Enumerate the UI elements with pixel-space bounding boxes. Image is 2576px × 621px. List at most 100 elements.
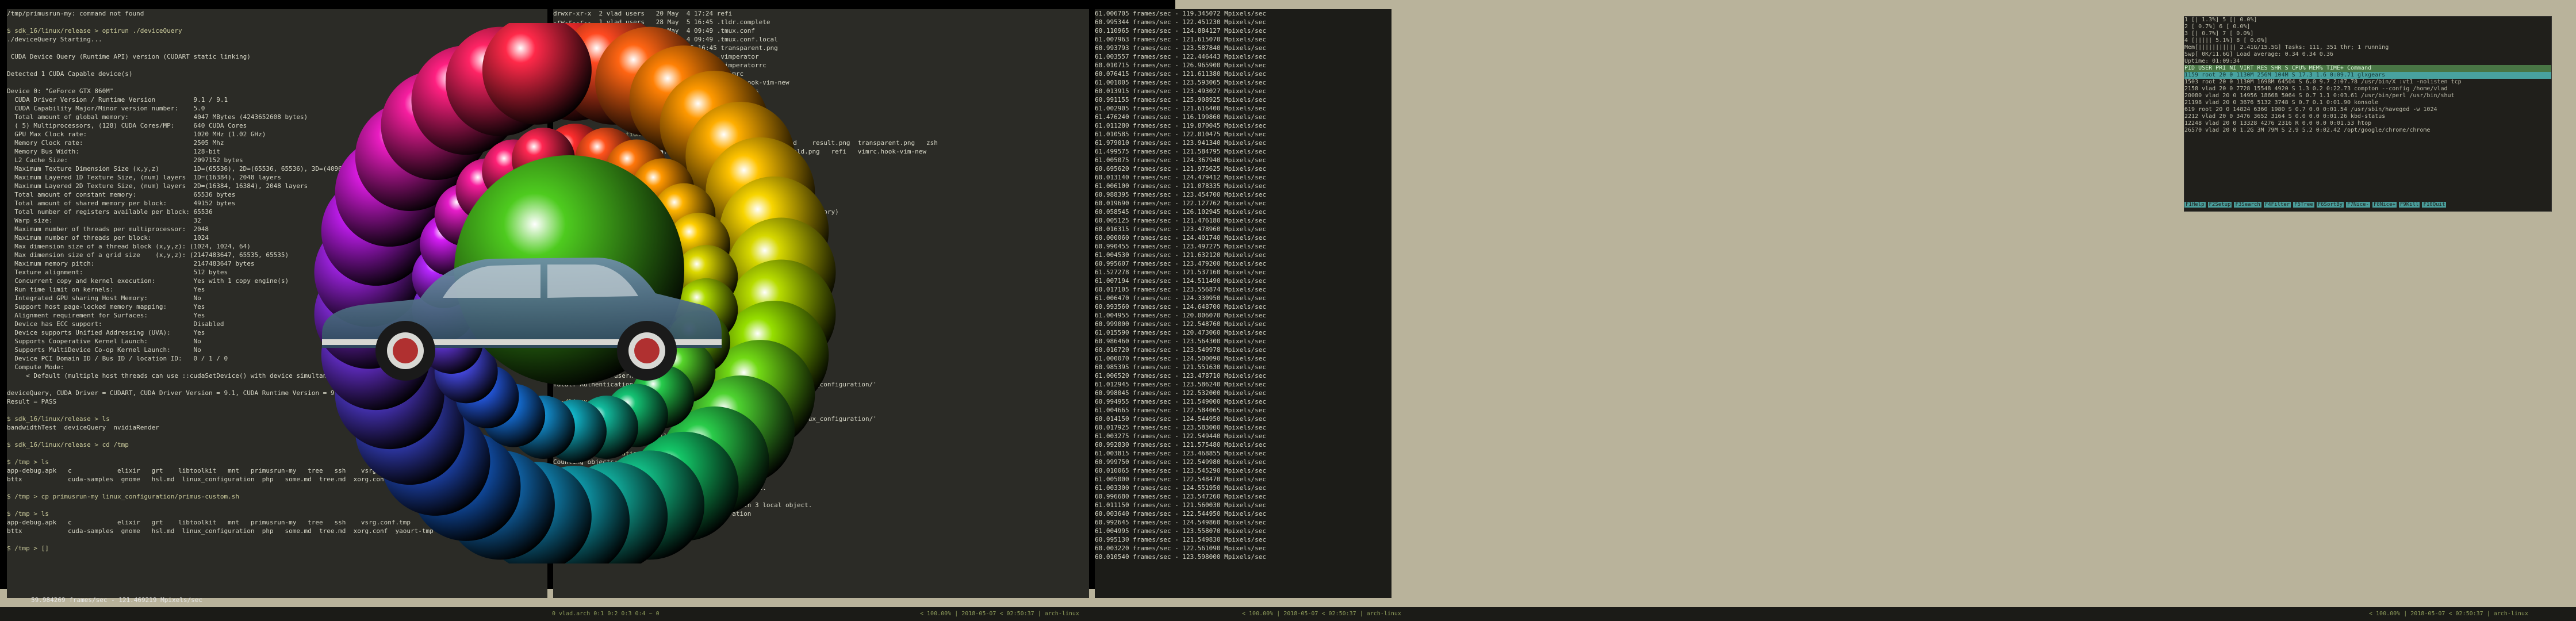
terminal-line: 60.017105 frames/sec - 123.556874 Mpixel…: [1095, 286, 1267, 293]
fps-readout: 59.984269 frames/sec - 121.469219 Mpixel…: [31, 596, 203, 604]
car-wallpaper: [322, 258, 722, 381]
htop-meter-line: Swp[ 0K/11.6G] Load average: 0.34 0.34 0…: [2184, 51, 2333, 57]
htop-fkey[interactable]: F6SortBy: [2316, 202, 2344, 208]
htop-meter-line: 1 [| 1.3%] 5 [| 0.0%]: [2184, 17, 2257, 23]
htop-fkey[interactable]: F9Kill: [2398, 202, 2420, 208]
htop-fkey[interactable]: F2Setup: [2207, 202, 2232, 208]
terminal-line: 60.005125 frames/sec - 121.476180 Mpixel…: [1095, 217, 1267, 224]
terminal-line: 60.019690 frames/sec - 122.127762 Mpixel…: [1095, 200, 1267, 207]
terminal-line: 61.005075 frames/sec - 124.367940 Mpixel…: [1095, 156, 1267, 164]
status-workspaces[interactable]: 0 vlad.arch 0:1 0:2 0:3 0:4 ~ 0: [552, 607, 660, 621]
terminal-line: 60.999750 frames/sec - 122.549980 Mpixel…: [1095, 458, 1267, 466]
htop-meter-line: 4 [||||| 5.1%] 8 [ 0.0%]: [2184, 37, 2268, 44]
terminal-line: 60.988395 frames/sec - 123.454700 Mpixel…: [1095, 191, 1267, 198]
htop-process-row[interactable]: 1503 root 20 0 1130M 1698M 64504 S 6.0 9…: [2184, 79, 2551, 86]
terminal-line: 60.994955 frames/sec - 121.549000 Mpixel…: [1095, 398, 1267, 405]
terminal-line: 60.000060 frames/sec - 124.401740 Mpixel…: [1095, 234, 1267, 241]
terminal-line: 61.007194 frames/sec - 124.511490 Mpixel…: [1095, 277, 1267, 285]
terminal-line: 60.003640 frames/sec - 122.544950 Mpixel…: [1095, 510, 1267, 518]
htop-fkey[interactable]: F1Help: [2184, 202, 2206, 208]
htop-process-row[interactable]: 2212 vlad 20 0 3476 3652 3164 S 0.0 0.0 …: [2184, 113, 2551, 120]
terminal-line: 60.003220 frames/sec - 122.561090 Mpixel…: [1095, 545, 1267, 552]
htop-meters: 1 [| 1.3%] 5 [| 0.0%] 2 [ 0.7%] 6 [ 0.0%…: [2184, 17, 2551, 65]
terminal-line: 61.005000 frames/sec - 122.548470 Mpixel…: [1095, 476, 1267, 483]
terminal-line: 61.003815 frames/sec - 123.468855 Mpixel…: [1095, 450, 1267, 457]
terminal-line: 61.004995 frames/sec - 123.558070 Mpixel…: [1095, 527, 1267, 535]
terminal-line: 61.007963 frames/sec - 121.615070 Mpixel…: [1095, 36, 1267, 43]
htop-process-row[interactable]: 20080 vlad 20 0 14956 18668 5064 S 0.7 1…: [2184, 93, 2551, 99]
htop-function-keys[interactable]: F1Help F2Setup F3Search F4Filter F5Tree F6Sor…: [2184, 202, 2448, 208]
terminal-line: 60.995607 frames/sec - 123.479200 Mpixel…: [1095, 260, 1267, 267]
htop-meter-line: 2 [ 0.7%] 6 [ 0.0%]: [2184, 24, 2251, 30]
terminal-line: 61.011280 frames/sec - 119.870045 Mpixel…: [1095, 122, 1267, 129]
terminal-line: 60.058545 frames/sec - 126.102945 Mpixel…: [1095, 208, 1267, 216]
terminal-line: 60.016720 frames/sec - 123.549978 Mpixel…: [1095, 346, 1267, 354]
htop-process-row[interactable]: 2158 vlad 20 0 7728 15548 4920 S 1.3 0.2…: [2184, 86, 2551, 93]
htop-fkey[interactable]: F4Filter: [2263, 202, 2291, 208]
terminal-line: 60.017925 frames/sec - 123.583000 Mpixel…: [1095, 424, 1267, 431]
terminal-line: 60.999000 frames/sec - 122.548760 Mpixel…: [1095, 320, 1267, 328]
terminal-line: 61.015590 frames/sec - 120.473060 Mpixel…: [1095, 329, 1267, 336]
htop-selected-row[interactable]: 1159 root 20 0 1130M 256M 104M S 17.3 1.…: [2184, 72, 2551, 79]
terminal-line: 60.010715 frames/sec - 126.965900 Mpixel…: [1095, 62, 1267, 69]
htop-process-row[interactable]: 21198 vlad 20 0 3676 5132 3748 S 0.7 0.1…: [2184, 99, 2551, 106]
status-clock-1: < 100.00% | 2018-05-07 < 02:50:37 | arch…: [920, 611, 1079, 617]
terminal-line: 61.000070 frames/sec - 124.500090 Mpixel…: [1095, 355, 1267, 362]
terminal-line: 61.004955 frames/sec - 120.006070 Mpixel…: [1095, 312, 1267, 319]
terminal-line: 60.996680 frames/sec - 123.547260 Mpixel…: [1095, 493, 1267, 500]
status-clock-2: < 100.00% | 2018-05-07 < 02:50:37 | arch…: [1242, 611, 1401, 617]
htop-fkey[interactable]: F5Tree: [2293, 202, 2314, 208]
terminal-line: 61.476240 frames/sec - 116.199860 Mpixel…: [1095, 113, 1267, 121]
terminal-line: 61.006470 frames/sec - 124.330950 Mpixel…: [1095, 294, 1267, 302]
terminal-line: 61.011150 frames/sec - 121.560030 Mpixel…: [1095, 501, 1267, 509]
terminal-line: 61.010585 frames/sec - 122.010475 Mpixel…: [1095, 131, 1267, 138]
terminal-line: 60.013140 frames/sec - 124.479412 Mpixel…: [1095, 174, 1267, 181]
status-clock-3: < 100.00% | 2018-05-07 < 02:50:37 | arch…: [2369, 611, 2528, 617]
status-bar: 0 vlad.arch 0:1 0:2 0:3 0:4 ~ 0 < 100.00…: [0, 607, 2576, 621]
htop-overlay[interactable]: 1 [| 1.3%] 5 [| 0.0%] 2 [ 0.7%] 6 [ 0.0%…: [2184, 16, 2552, 212]
htop-process-row[interactable]: 619 root 20 0 14824 6360 1980 S 0.7 0.0 …: [2184, 106, 2551, 113]
htop-process-row[interactable]: 26570 vlad 20 0 1.2G 3M 79M S 2.9 5.2 0:…: [2184, 127, 2551, 134]
terminal-line: 60.990455 frames/sec - 123.497275 Mpixel…: [1095, 243, 1267, 250]
terminal-line: 60.016315 frames/sec - 123.478960 Mpixel…: [1095, 225, 1267, 233]
htop-header: PID USER PRI NI VIRT RES SHR S CPU% MEM%…: [2184, 65, 2551, 72]
terminal-line: 61.002905 frames/sec - 121.616400 Mpixel…: [1095, 105, 1267, 112]
terminal-line: 61.003557 frames/sec - 122.446443 Mpixel…: [1095, 53, 1267, 60]
htop-fkey[interactable]: F3Search: [2234, 202, 2261, 208]
terminal-line: 61.006705 frames/sec - 119.345072 Mpixel…: [1095, 10, 1267, 17]
terminal-line: 60.695620 frames/sec - 121.975625 Mpixel…: [1095, 165, 1267, 172]
terminal-line: 60.010540 frames/sec - 123.598000 Mpixel…: [1095, 553, 1267, 561]
htop-process-row[interactable]: 12248 vlad 20 0 13328 4276 2316 R 0.0 0.…: [2184, 120, 2551, 127]
terminal-line: 60.985395 frames/sec - 121.551630 Mpixel…: [1095, 363, 1267, 371]
htop-meter-line: Mem[||||||||||| 2.41G/15.5G] Tasks: 111,…: [2184, 44, 2389, 51]
terminal-line: 60.993560 frames/sec - 124.648700 Mpixel…: [1095, 303, 1267, 310]
terminal-line: 61.979010 frames/sec - 123.941340 Mpixel…: [1095, 139, 1267, 147]
terminal-line: 60.995344 frames/sec - 122.451230 Mpixel…: [1095, 18, 1267, 26]
htop-fkey[interactable]: F10Quit: [2422, 202, 2447, 208]
terminal-line: 60.010065 frames/sec - 123.545290 Mpixel…: [1095, 467, 1267, 474]
terminal-line: 60.991155 frames/sec - 125.908925 Mpixel…: [1095, 96, 1267, 103]
terminal-line: 61.001005 frames/sec - 123.593065 Mpixel…: [1095, 79, 1267, 86]
terminal-line: 60.993793 frames/sec - 123.587840 Mpixel…: [1095, 44, 1267, 52]
terminal-line: drwxr-xr-x 2 vlad users 20 May 4 17:24 r…: [553, 10, 733, 17]
terminal-line: 60.076415 frames/sec - 121.611380 Mpixel…: [1095, 70, 1267, 78]
htop-meter-line: 3 [| 0.7%] 7 [ 0.0%]: [2184, 30, 2254, 37]
terminal-glxgears-fps[interactable]: 61.006705 frames/sec - 119.345072 Mpixel…: [1095, 9, 1392, 598]
terminal-line: 61.012945 frames/sec - 123.586240 Mpixel…: [1095, 381, 1267, 388]
terminal-line: 61.004665 frames/sec - 122.584065 Mpixel…: [1095, 407, 1267, 414]
terminal-line: 60.110965 frames/sec - 124.884127 Mpixel…: [1095, 27, 1267, 34]
htop-meter-line: Uptime: 01:09:34: [2184, 58, 2240, 64]
htop-process-list[interactable]: 1503 root 20 0 1130M 1698M 64504 S 6.0 9…: [2184, 79, 2551, 134]
terminal-line: 61.499575 frames/sec - 121.584795 Mpixel…: [1095, 148, 1267, 155]
terminal-line: 61.003275 frames/sec - 122.549440 Mpixel…: [1095, 432, 1267, 440]
htop-fkey[interactable]: F7Nice-: [2346, 202, 2370, 208]
terminal-line: 60.013915 frames/sec - 123.493027 Mpixel…: [1095, 87, 1267, 95]
terminal-line: 61.527278 frames/sec - 121.537160 Mpixel…: [1095, 269, 1267, 276]
htop-fkey[interactable]: F8Nice+: [2372, 202, 2397, 208]
terminal-line: 60.014150 frames/sec - 124.544950 Mpixel…: [1095, 415, 1267, 423]
terminal-line: 60.992830 frames/sec - 121.575480 Mpixel…: [1095, 441, 1267, 448]
terminal-line: 60.992645 frames/sec - 124.549860 Mpixel…: [1095, 519, 1267, 526]
terminal-line: 61.003300 frames/sec - 124.551950 Mpixel…: [1095, 484, 1267, 492]
terminal-line: 60.986460 frames/sec - 123.564300 Mpixel…: [1095, 338, 1267, 345]
terminal-line: 61.006520 frames/sec - 123.478710 Mpixel…: [1095, 372, 1267, 379]
